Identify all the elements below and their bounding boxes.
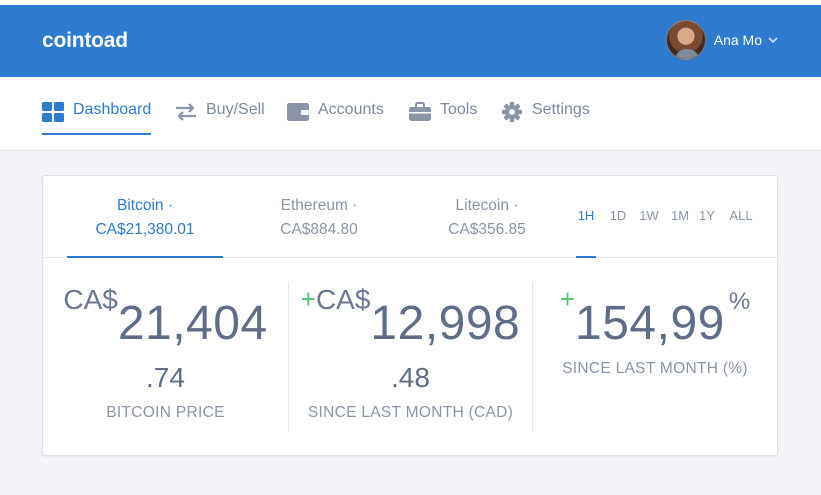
stat-price-decimal: .74 <box>146 362 185 393</box>
swap-arrows-icon <box>176 103 196 121</box>
stat-change-pct-number: 154,99 <box>575 297 725 350</box>
gear-icon <box>502 102 522 122</box>
main-nav: Dashboard Buy/Sell Accounts Tools Settin… <box>0 77 821 151</box>
stat-price-label: BITCOIN PRICE <box>106 404 225 421</box>
tab-ethereum-name: Ethereum · <box>280 197 358 214</box>
coin-tabs: Bitcoin · CA$21,380.01 Ethereum · CA$884… <box>43 176 777 258</box>
tab-litecoin-name: Litecoin · <box>455 197 519 214</box>
briefcase-icon <box>409 102 431 121</box>
app-logo[interactable]: cointoad <box>42 29 128 53</box>
stat-price-currency: CA$ <box>63 284 118 315</box>
tab-bitcoin[interactable]: Bitcoin · CA$21,380.01 <box>67 194 223 258</box>
stat-change-cad-sign: + <box>300 284 316 314</box>
range-1d[interactable]: 1D <box>608 208 628 258</box>
nav-item-tools[interactable]: Tools <box>409 101 477 135</box>
tab-litecoin-price: CA$356.85 <box>448 221 526 238</box>
avatar[interactable] <box>665 20 706 60</box>
range-all[interactable]: ALL <box>725 208 757 258</box>
user-menu[interactable]: Ana Mo <box>665 20 779 60</box>
dashboard-grid-icon <box>42 102 64 122</box>
stat-bitcoin-price: CA$21,404 .74 BITCOIN PRICE <box>43 258 288 456</box>
stat-change-cad-value: +CA$12,998 <box>289 284 532 350</box>
stat-change-pct: +154,99% SINCE LAST MONTH (%) <box>533 258 777 456</box>
nav-label-buy-sell: Buy/Sell <box>206 101 265 118</box>
nav-label-accounts: Accounts <box>318 101 384 118</box>
user-name[interactable]: Ana Mo <box>714 32 762 48</box>
stat-change-cad-currency: CA$ <box>315 284 371 315</box>
nav-item-settings[interactable]: Settings <box>501 101 590 135</box>
nav-label-tools: Tools <box>440 101 478 118</box>
nav-item-accounts[interactable]: Accounts <box>287 101 384 135</box>
tab-litecoin[interactable]: Litecoin · CA$356.85 <box>409 194 565 258</box>
chevron-down-icon[interactable] <box>767 34 779 46</box>
nav-label-settings: Settings <box>532 101 590 118</box>
stat-change-cad-decimal: .48 <box>391 362 430 393</box>
stat-change-cad-integer: 12,998 <box>370 297 521 350</box>
nav-item-dashboard[interactable]: Dashboard <box>42 101 152 135</box>
stat-change-cad-label: SINCE LAST MONTH (CAD) <box>307 404 514 421</box>
range-1w[interactable]: 1W <box>636 208 662 258</box>
tab-ethereum-price: CA$884.80 <box>280 221 358 238</box>
price-card: Bitcoin · CA$21,380.01 Ethereum · CA$884… <box>42 175 778 456</box>
nav-item-buy-sell[interactable]: Buy/Sell <box>175 101 265 135</box>
tab-bitcoin-name: Bitcoin · <box>117 197 173 214</box>
app-header: cointoad Ana Mo <box>0 5 821 77</box>
stat-change-pct-sign: + <box>559 284 576 314</box>
range-1m[interactable]: 1M <box>668 208 692 258</box>
wallet-icon <box>287 103 309 121</box>
range-1y[interactable]: 1Y <box>697 208 717 258</box>
nav-label-dashboard: Dashboard <box>73 101 152 118</box>
stat-change-pct-unit: % <box>728 288 751 315</box>
stat-price-integer: 21,404 <box>117 297 268 350</box>
stat-change-cad: +CA$12,998 .48 SINCE LAST MONTH (CAD) <box>289 258 532 456</box>
tab-bitcoin-price: CA$21,380.01 <box>95 221 195 238</box>
range-1h[interactable]: 1H <box>576 208 596 258</box>
stat-change-pct-label: SINCE LAST MONTH (%) <box>562 360 748 377</box>
stat-change-pct-value: +154,99% <box>533 284 777 350</box>
stat-price-value: CA$21,404 <box>43 284 288 350</box>
tab-ethereum[interactable]: Ethereum · CA$884.80 <box>241 194 397 258</box>
